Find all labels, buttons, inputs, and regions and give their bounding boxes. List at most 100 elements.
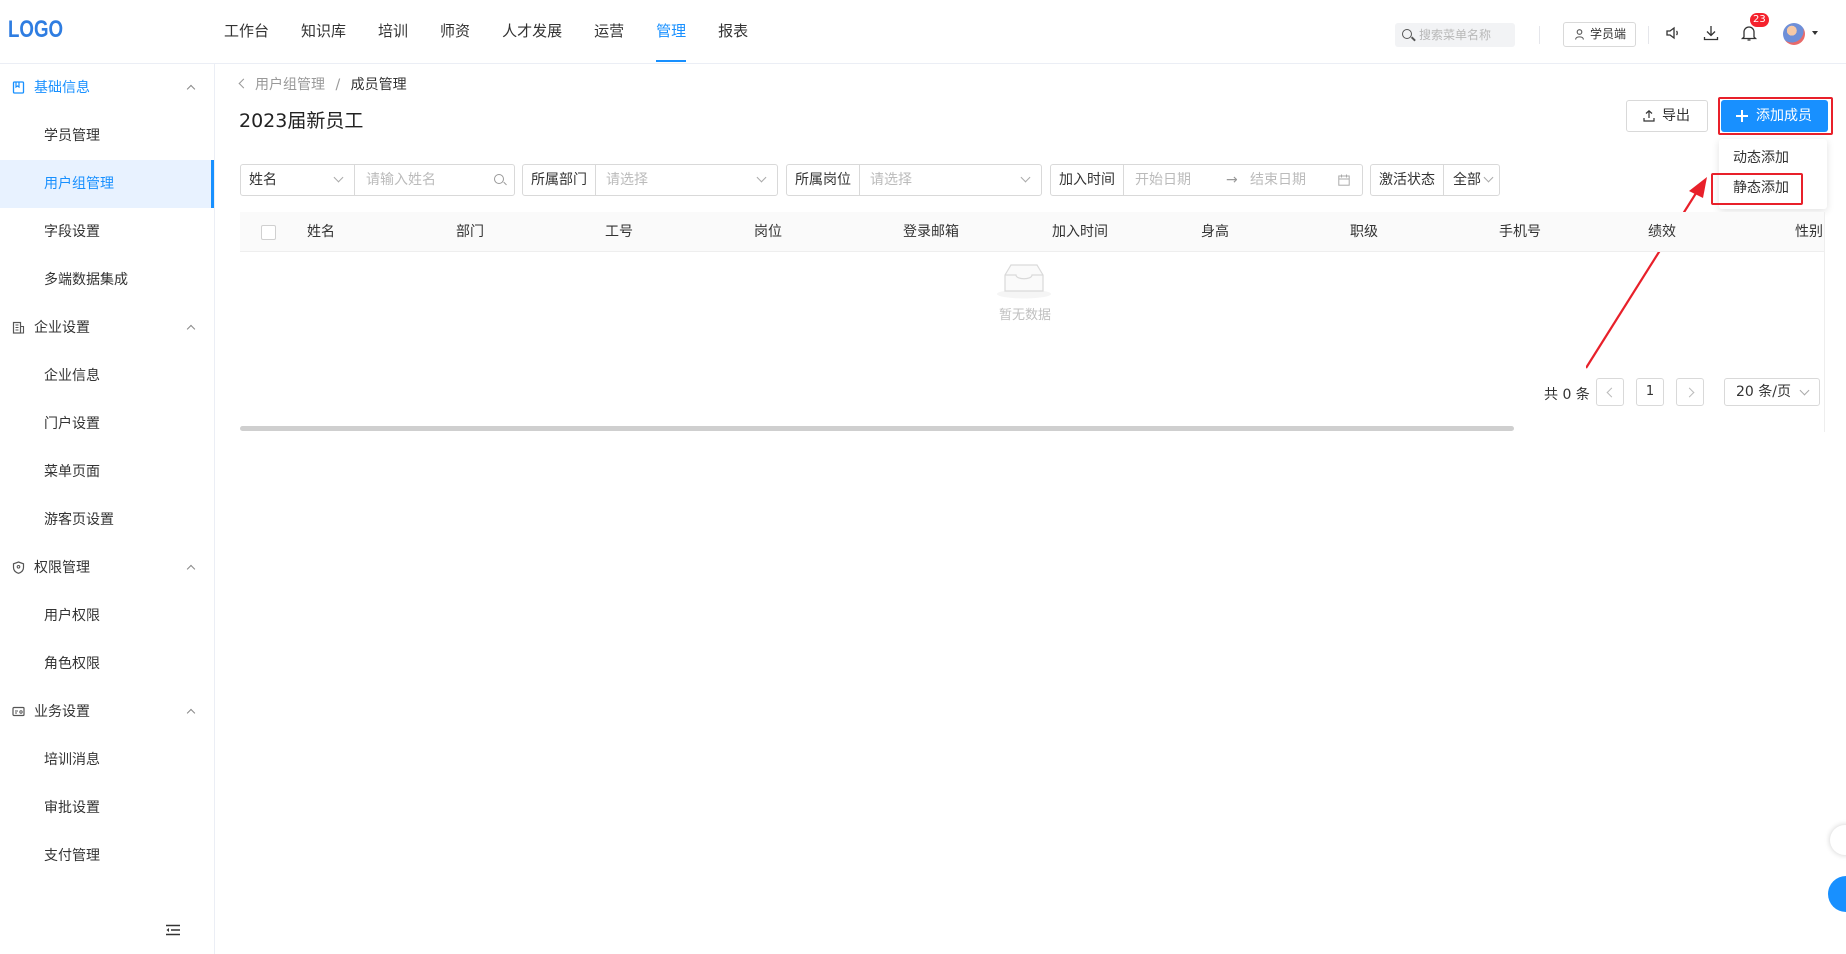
empty-text: 暂无数据 <box>999 308 1052 323</box>
building-icon <box>12 321 25 334</box>
menu-item-dynamic-add[interactable]: 动态添加 <box>1719 143 1827 173</box>
sidebar-group-label: 基础信息 <box>34 80 90 96</box>
department-filter[interactable]: 所属部门 请选择 <box>522 164 778 196</box>
page-title: 2023届新员工 <box>239 110 364 132</box>
join-time-label: 加入时间 <box>1051 165 1124 195</box>
chevron-down-icon <box>1020 172 1031 183</box>
range-separator: → <box>1226 172 1238 188</box>
nav-knowledge[interactable]: 知识库 <box>301 0 346 64</box>
sidebar-item-payment[interactable]: 支付管理 <box>0 832 214 880</box>
nav-management[interactable]: 管理 <box>656 0 687 64</box>
sidebar-item-user-groups[interactable]: 用户组管理 <box>0 160 214 208</box>
sidebar-footer <box>0 906 214 954</box>
column-header[interactable]: 登录邮箱 <box>903 212 959 252</box>
pagination-total: 共 0 条 <box>1544 387 1590 403</box>
activation-label: 激活状态 <box>1371 165 1444 195</box>
chevron-up-icon <box>186 84 196 94</box>
annotation-arrow <box>1586 177 1707 369</box>
column-header[interactable]: 工号 <box>605 212 633 252</box>
divider <box>1648 26 1649 44</box>
column-header[interactable]: 身高 <box>1201 212 1229 252</box>
sidebar-group-enterprise[interactable]: 企业设置 <box>0 304 214 352</box>
table-border <box>1824 212 1825 432</box>
sidebar-group-business[interactable]: 业务设置 <box>0 688 214 736</box>
horizontal-scrollbar[interactable] <box>240 426 1514 431</box>
table-header: 姓名 部门 工号 岗位 登录邮箱 加入时间 身高 职级 手机号 绩效 性别 <box>240 212 1824 252</box>
column-header[interactable]: 部门 <box>456 212 484 252</box>
sidebar-group-label: 权限管理 <box>34 560 90 576</box>
sidebar-item-students[interactable]: 学员管理 <box>0 112 214 160</box>
end-date-input[interactable]: 结束日期 <box>1250 165 1306 195</box>
highlight-box-add-member <box>1718 97 1833 135</box>
nav-talent[interactable]: 人才发展 <box>502 0 562 64</box>
sidebar-group-permissions[interactable]: 权限管理 <box>0 544 214 592</box>
export-button[interactable]: 导出 <box>1626 100 1708 132</box>
position-filter[interactable]: 所属岗位 请选择 <box>786 164 1042 196</box>
sidebar-item-field-settings[interactable]: 字段设置 <box>0 208 214 256</box>
column-header[interactable]: 加入时间 <box>1052 212 1108 252</box>
department-select[interactable]: 请选择 <box>606 165 648 195</box>
nav-reports[interactable]: 报表 <box>718 0 748 64</box>
nav-workbench[interactable]: 工作台 <box>224 0 269 64</box>
column-header[interactable]: 姓名 <box>307 212 335 252</box>
sidebar-group-label: 业务设置 <box>34 704 90 720</box>
nav-operations[interactable]: 运营 <box>594 0 624 64</box>
chevron-down-icon <box>333 172 344 183</box>
name-type-select[interactable]: 姓名 <box>241 165 355 195</box>
logo[interactable]: LOGO <box>8 16 63 44</box>
sidebar-item-user-permissions[interactable]: 用户权限 <box>0 592 214 640</box>
prev-page-button[interactable] <box>1596 378 1624 406</box>
shield-icon <box>12 561 25 574</box>
column-header[interactable]: 性别 <box>1795 212 1823 252</box>
column-header[interactable]: 绩效 <box>1648 212 1676 252</box>
chevron-down-icon <box>1799 385 1810 396</box>
search-icon[interactable] <box>494 174 504 184</box>
nav-training[interactable]: 培训 <box>378 0 408 64</box>
sidebar-item-guest-page[interactable]: 游客页设置 <box>0 496 214 544</box>
join-time-filter[interactable]: 加入时间 开始日期 → 结束日期 <box>1050 164 1363 196</box>
sidebar-group-basic-info[interactable]: 基础信息 <box>0 64 214 112</box>
divider <box>1539 26 1540 44</box>
select-all-checkbox[interactable] <box>261 225 276 240</box>
top-header: LOGO 工作台 知识库 培训 师资 人才发展 运营 管理 报表 搜索菜单名称 … <box>0 0 1846 64</box>
column-header[interactable]: 手机号 <box>1499 212 1541 252</box>
column-header[interactable]: 职级 <box>1350 212 1378 252</box>
sidebar-item-training-messages[interactable]: 培训消息 <box>0 736 214 784</box>
breadcrumb-parent-link[interactable]: 用户组管理 <box>255 77 325 93</box>
student-portal-button[interactable]: 学员端 <box>1563 22 1636 47</box>
notification-badge: 23 <box>1750 13 1769 27</box>
back-icon[interactable] <box>238 78 249 89</box>
empty-inbox-icon <box>997 264 1051 299</box>
card-icon <box>12 706 25 717</box>
page-number[interactable]: 1 <box>1636 378 1664 406</box>
activation-select[interactable]: 全部 <box>1453 165 1481 195</box>
menu-collapse-icon[interactable] <box>166 924 180 936</box>
start-date-input[interactable]: 开始日期 <box>1135 165 1191 195</box>
sidebar-item-portal-settings[interactable]: 门户设置 <box>0 400 214 448</box>
position-select[interactable]: 请选择 <box>870 165 912 195</box>
next-page-button[interactable] <box>1676 378 1704 406</box>
caret-down-icon[interactable] <box>1812 31 1818 35</box>
activation-filter[interactable]: 激活状态 全部 <box>1370 164 1500 196</box>
sidebar-item-data-integration[interactable]: 多端数据集成 <box>0 256 214 304</box>
avatar[interactable] <box>1783 23 1805 45</box>
name-type-value: 姓名 <box>249 172 277 188</box>
chevron-down-icon <box>756 172 767 183</box>
column-header[interactable]: 岗位 <box>754 212 782 252</box>
download-icon[interactable] <box>1702 24 1720 42</box>
speaker-icon[interactable] <box>1664 24 1682 42</box>
breadcrumb-current: 成员管理 <box>350 77 407 93</box>
menu-search-input[interactable]: 搜索菜单名称 <box>1395 23 1515 47</box>
nav-teachers[interactable]: 师资 <box>440 0 470 64</box>
name-input[interactable]: 请输入姓名 <box>366 165 436 195</box>
sidebar-item-role-permissions[interactable]: 角色权限 <box>0 640 214 688</box>
sidebar-item-menu-pages[interactable]: 菜单页面 <box>0 448 214 496</box>
sidebar: 基础信息 学员管理 用户组管理 字段设置 多端数据集成 企业设置 企业信息 门户… <box>0 64 215 954</box>
breadcrumb: 用户组管理 / 成员管理 <box>238 74 407 94</box>
highlight-box-static-add <box>1711 173 1803 205</box>
chevron-up-icon <box>186 324 196 334</box>
sidebar-item-enterprise-info[interactable]: 企业信息 <box>0 352 214 400</box>
page-size-select[interactable]: 20 条/页 <box>1724 378 1820 406</box>
sidebar-item-approval-settings[interactable]: 审批设置 <box>0 784 214 832</box>
upload-icon <box>1643 110 1655 122</box>
